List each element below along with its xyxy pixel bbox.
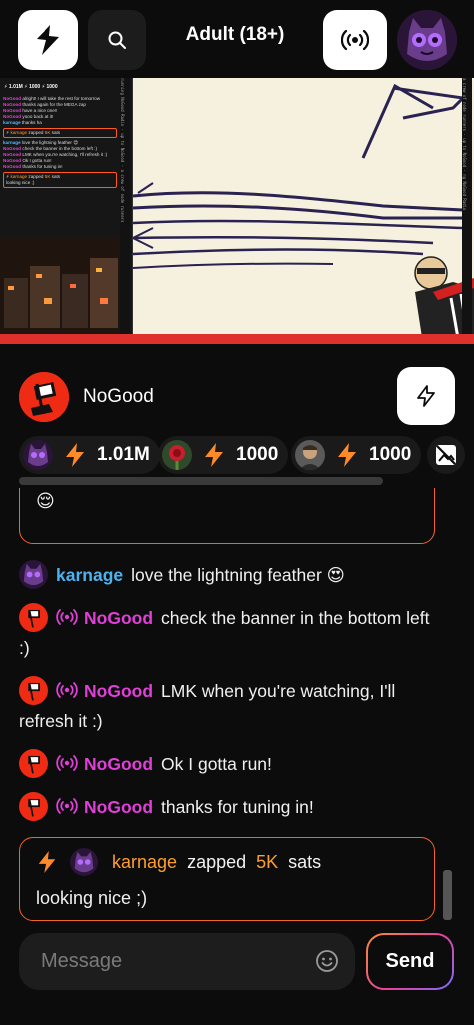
top-zappers-scrollbar[interactable] (19, 477, 383, 485)
broadcast-icon (56, 755, 78, 772)
overlay-ticker-right: a crew of node runners · up to NoGood · … (462, 78, 472, 334)
previous-zap-card: 😌 (19, 488, 435, 544)
chat-message: karnage love the lightning feather 😍 (19, 559, 439, 591)
send-button-label: Send (368, 935, 452, 988)
rose-avatar (162, 440, 192, 470)
overlay-chat-line: karnage thanks ha (3, 120, 42, 125)
zap-amount: 1.01M (97, 444, 150, 465)
channel-avatar[interactable] (19, 602, 48, 632)
zap-header: karnage zapped 5K sats (36, 848, 321, 876)
zap-amount: 1000 (369, 444, 412, 465)
lightning-bolt-icon (338, 443, 356, 467)
relieved-emoji: 😌 (36, 491, 55, 511)
profile-avatar[interactable] (397, 10, 457, 70)
cat-avatar (23, 440, 53, 470)
chat-scrollbar[interactable] (443, 870, 452, 920)
chat-text: check the banner in the bottom left :) (19, 608, 430, 658)
overlay-ticker-left: running NoGood Radio · up to NoGood · a … (120, 78, 130, 334)
search-button[interactable] (88, 10, 146, 70)
top-zapper-pill[interactable] (427, 436, 465, 474)
chat-username[interactable]: karnage (56, 565, 123, 585)
broadcast-icon (56, 609, 78, 626)
overlay-zap-line: ⚡ karnage zapped 5K sats (3, 128, 117, 138)
category-title: Adult (18+) (185, 24, 285, 45)
cat-avatar[interactable] (19, 559, 48, 589)
zap-unit: sats (288, 851, 322, 872)
pixel-city-art (0, 238, 120, 334)
overlay-zap-line: ⚡ karnage zapped 5K sats looking nice ;) (3, 172, 117, 188)
chat-message: NoGood LMK when you're watching, I'll ref… (19, 675, 439, 736)
image-off-icon (436, 445, 456, 465)
chat-message: NoGood check the banner in the bottom lef… (19, 602, 439, 663)
lightning-bolt-icon (66, 443, 84, 467)
go-live-button[interactable] (323, 10, 387, 70)
zap-verb: zapped (187, 851, 247, 872)
man-avatar (295, 440, 325, 470)
message-input[interactable] (19, 933, 309, 990)
chat-username[interactable]: NoGood (84, 797, 153, 817)
zap-message-card: karnage zapped 5K sats looking nice ;) (19, 837, 435, 921)
zap-username[interactable]: karnage (112, 852, 177, 873)
overlay-chat-line: NoGood thanks for tuning in! (3, 164, 63, 169)
channel-avatar[interactable] (19, 791, 48, 821)
top-zappers-list: 1.01M 1000 1000 (19, 436, 474, 476)
zap-amount: 1000 (236, 444, 279, 465)
top-zapper-pill[interactable]: 1.01M (19, 436, 160, 474)
chat-text: love the lightning feather 😍 (131, 565, 345, 585)
broadcast-icon (56, 798, 78, 815)
stream-video-player[interactable]: ⚡ 1.01M ⚡ 1000 ⚡ 1000 NoGood alright! I … (0, 78, 474, 344)
send-button[interactable]: Send (366, 933, 454, 990)
lightning-bolt-icon (205, 443, 223, 467)
top-zapper-pill[interactable]: 1000 (158, 436, 289, 474)
channel-avatar[interactable] (19, 675, 48, 705)
chat-username[interactable]: NoGood (84, 608, 153, 628)
stream-artwork (133, 78, 474, 344)
overlay-chat: NoGood alright! I will take the rest for… (0, 96, 120, 190)
zap-channel-button[interactable] (397, 367, 455, 425)
broadcast-icon (56, 682, 78, 699)
zap-amount: 5K (256, 851, 279, 872)
top-bar: Adult (18+) (0, 0, 474, 78)
overlay-zap-stats: ⚡ 1.01M ⚡ 1000 ⚡ 1000 (4, 84, 58, 90)
channel-avatar[interactable] (19, 372, 69, 422)
chat-message: NoGood thanks for tuning in! (19, 791, 439, 823)
search-icon (108, 31, 126, 49)
chat-username[interactable]: NoGood (84, 754, 153, 774)
broadcast-icon (341, 29, 369, 51)
zap-stream-logo-icon[interactable] (18, 10, 78, 70)
cat-avatar[interactable] (70, 848, 98, 876)
chat-text: Ok I gotta run! (161, 754, 272, 774)
chat-message: NoGood Ok I gotta run! (19, 748, 439, 780)
channel-avatar[interactable] (19, 748, 48, 778)
chat-text: thanks for tuning in! (161, 797, 314, 817)
emoji-picker-icon[interactable] (315, 949, 339, 973)
top-zapper-pill[interactable]: 1000 (291, 436, 422, 474)
zap-message: looking nice ;) (36, 888, 148, 908)
overlay-banner (0, 334, 474, 344)
stream-overlay-panel: ⚡ 1.01M ⚡ 1000 ⚡ 1000 NoGood alright! I … (0, 78, 133, 344)
chat-feed: 😌 karnage love the lightning feather 😍 No… (0, 488, 474, 930)
lightning-bolt-icon (417, 385, 435, 407)
message-composer (19, 933, 355, 990)
lightning-bolt-icon (38, 851, 56, 873)
chat-username[interactable]: NoGood (84, 681, 153, 701)
channel-name[interactable]: NoGood (83, 386, 154, 408)
